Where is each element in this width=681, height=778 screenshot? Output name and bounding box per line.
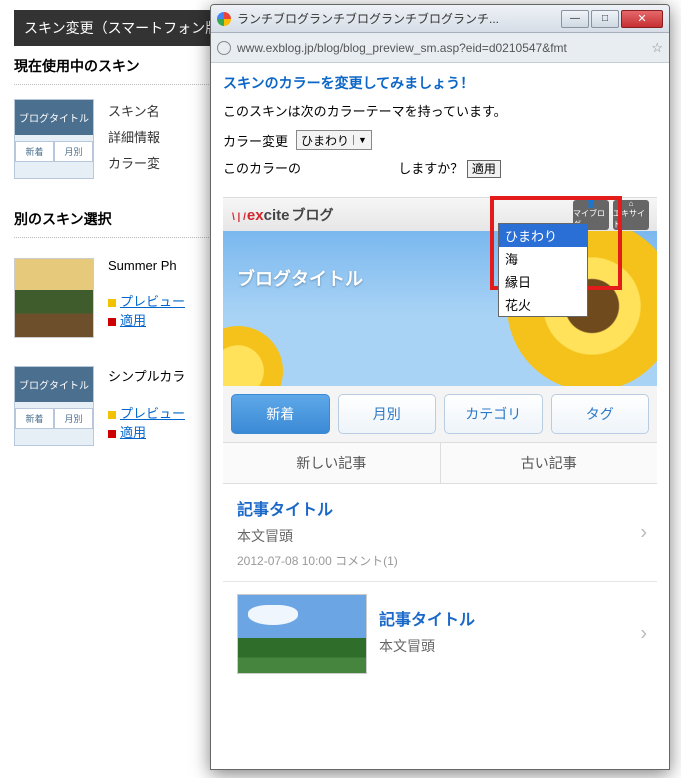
current-skin-thumbnail: ブログタイトル 新着 月別 [14,99,94,179]
spark-icon: \ | / [232,212,246,223]
article-meta: 2012-07-08 10:00 コメント(1) [237,552,643,569]
article-lead: 本文冒頭 [379,636,475,656]
thumb-title: ブログタイトル [15,367,93,402]
color-dropdown[interactable]: ひまわり 海 縁日 花火 [498,223,588,317]
preview-link[interactable]: プレビュー [120,406,185,421]
apply-link[interactable]: 適用 [120,313,146,328]
person-icon: 👤 [586,199,596,208]
article-title: 記事タイトル [237,496,643,520]
apply-button[interactable]: 適用 [467,160,501,178]
confirm-text-suffix: しますか？ [398,161,463,176]
bookmark-star-icon[interactable]: ☆ [651,40,663,56]
dropdown-option[interactable]: 花火 [499,293,587,316]
article-title: 記事タイトル [379,606,475,630]
skin-thumbnail: ブログタイトル 新着 月別 [14,366,94,446]
hero-banner: ブログタイトル [223,231,657,386]
color-select[interactable]: ひまわり ▼ [296,130,372,150]
tab-monthly[interactable]: 月別 [338,394,437,434]
confirm-text-prefix: このカラーの [223,161,301,176]
dropdown-option[interactable]: ひまわり [499,224,587,247]
chevron-right-icon: › [640,623,647,646]
apply-link[interactable]: 適用 [120,425,146,440]
tab-category[interactable]: カテゴリ [444,394,543,434]
minimize-button[interactable]: — [561,10,589,28]
page-heading: スキンのカラーを変更してみましょう！ [223,73,657,93]
thumb-tab: 月別 [54,141,93,162]
url-text: www.exblog.jp/blog/blog_preview_sm.asp?e… [237,41,645,55]
info-row: スキン名 [108,99,160,125]
dropdown-option[interactable]: 海 [499,247,587,270]
thumb-tab: 月別 [54,408,93,429]
excite-logo[interactable]: \ | / exciteブログ [231,205,333,225]
article-item[interactable]: 記事タイトル 本文冒頭 › [223,582,657,686]
excite-button[interactable]: ⌂ エキサイト [613,200,649,230]
older-articles-button[interactable]: 古い記事 [440,443,658,483]
browser-window: ランチブログランチブログランチブログランチ... — □ www.exblog.… [210,4,670,770]
address-bar[interactable]: www.exblog.jp/blog/blog_preview_sm.asp?e… [211,33,669,63]
globe-icon [217,41,231,55]
bullet-icon [108,299,116,307]
thumb-tab: 新着 [15,141,54,162]
select-value: ひまわり [301,132,349,149]
skin-thumbnail [14,258,94,338]
skin-info: スキン名 詳細情報 カラー変 [108,99,160,179]
article-item[interactable]: 記事タイトル 本文冒頭 2012-07-08 10:00 コメント(1) › [223,484,657,582]
sunflower-graphic [223,326,283,386]
tab-new[interactable]: 新着 [231,394,330,434]
close-button[interactable] [621,10,663,28]
info-row: 詳細情報 [108,125,160,151]
bullet-icon [108,318,116,326]
thumb-tab: 新着 [15,408,54,429]
skin-name: Summer Ph [108,258,185,273]
chrome-favicon-icon [217,12,231,26]
newer-articles-button[interactable]: 新しい記事 [223,443,440,483]
bullet-icon [108,411,116,419]
bullet-icon [108,430,116,438]
mobile-preview: \ | / exciteブログ 👤 マイブログ ⌂ エキサイト [223,197,657,686]
window-title: ランチブログランチブログランチブログランチ... [237,10,561,27]
page-description: このスキンは次のカラーテーマを持っています。 [223,101,657,120]
house-icon: ⌂ [629,199,634,208]
chevron-down-icon: ▼ [353,135,367,145]
tab-tag[interactable]: タグ [551,394,650,434]
preview-link[interactable]: プレビュー [120,294,185,309]
dropdown-option[interactable]: 縁日 [499,270,587,293]
info-row: カラー変 [108,151,160,177]
maximize-button[interactable]: □ [591,10,619,28]
mobile-header: \ | / exciteブログ 👤 マイブログ ⌂ エキサイト [223,197,657,231]
thumb-title: ブログタイトル [15,100,93,135]
blog-title: ブログタイトル [237,265,363,291]
article-nav: 新しい記事 古い記事 [223,443,657,484]
tab-bar: 新着 月別 カテゴリ タグ [223,386,657,443]
chevron-right-icon: › [640,521,647,544]
color-label: カラー変更 [223,131,288,150]
article-thumbnail [237,594,367,674]
article-lead: 本文冒頭 [237,526,643,546]
page-content: スキンのカラーを変更してみましょう！ このスキンは次のカラーテーマを持っています… [211,63,669,769]
skin-name: シンプルカラ [108,366,185,385]
window-titlebar[interactable]: ランチブログランチブログランチブログランチ... — □ [211,5,669,33]
